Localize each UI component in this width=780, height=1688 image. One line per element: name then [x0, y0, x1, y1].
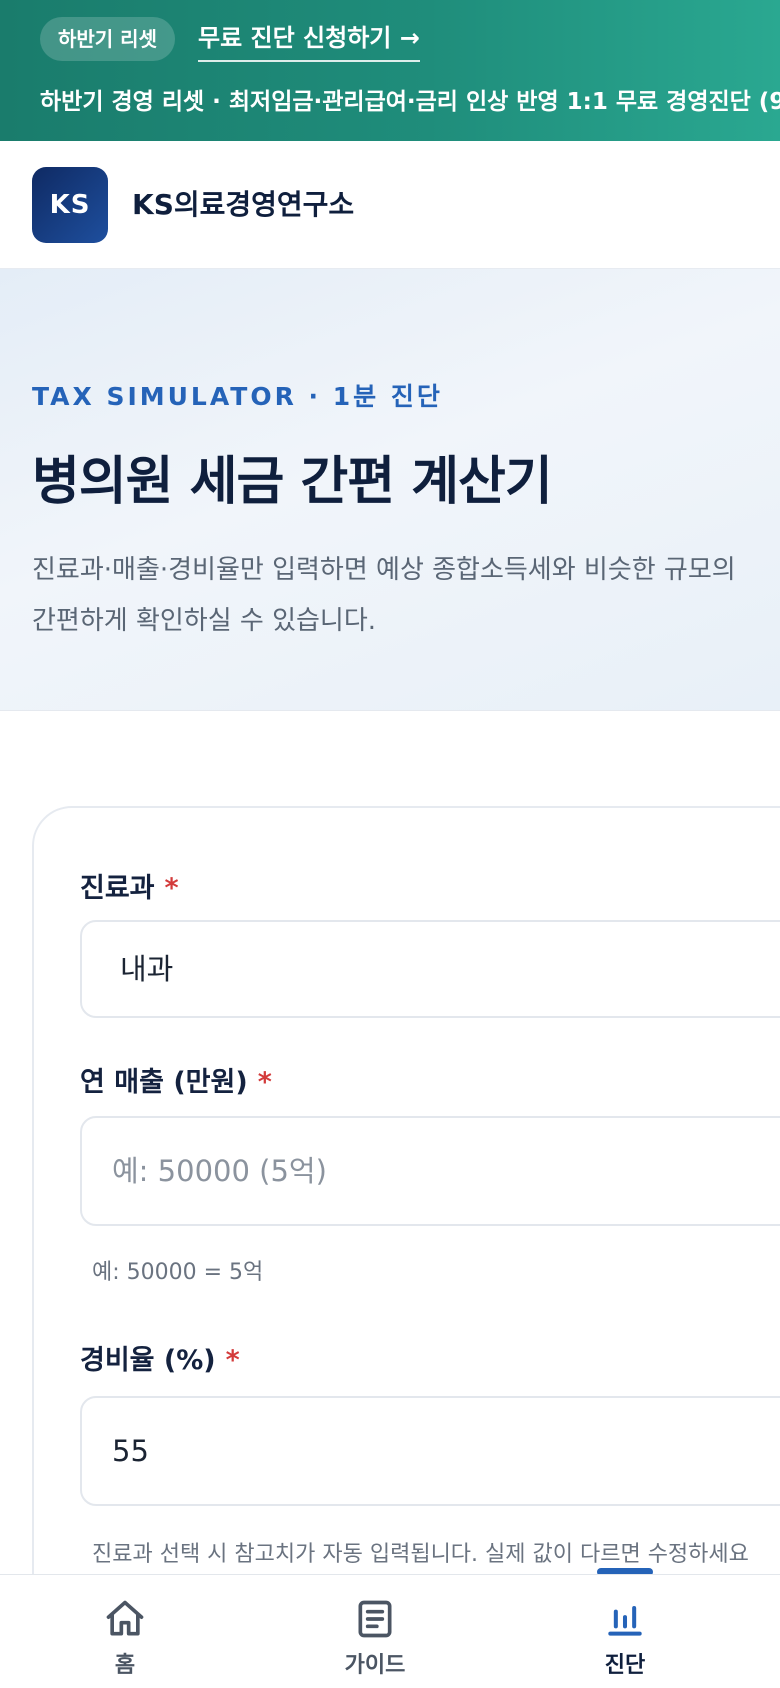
page-title: 병의원 세금 간편 계산기 — [32, 452, 553, 512]
expense-rate-label-text: 경비율 (%) — [80, 1345, 216, 1376]
department-label-text: 진료과 — [80, 873, 155, 904]
revenue-placeholder: 예: 50000 (5억) — [112, 1154, 327, 1188]
revenue-input[interactable]: 예: 50000 (5억) — [80, 1116, 780, 1226]
nav-guide[interactable]: 가이드 — [295, 1575, 455, 1688]
required-mark: * — [225, 1345, 240, 1376]
department-select[interactable]: 내과 — [80, 920, 780, 1018]
promo-marquee-text: 하반기 경영 리셋 · 최저임금·관리급여·금리 인상 반영 1:1 무료 경영… — [40, 89, 780, 115]
page: 하반기 리셋 무료 진단 신청하기 → 하반기 경영 리셋 · 최저임금·관리급… — [0, 0, 780, 1688]
expense-rate-label: 경비율 (%) * — [80, 1338, 240, 1377]
document-icon — [358, 1600, 392, 1638]
promo-chip: 하반기 리셋 — [40, 17, 175, 61]
expense-rate-value: 55 — [112, 1434, 149, 1468]
logo[interactable]: KS — [32, 167, 108, 243]
department-selected-value: 내과 — [120, 952, 174, 986]
nav-home[interactable]: 홈 — [45, 1575, 205, 1688]
nav-diagnosis[interactable]: 진단 — [545, 1575, 705, 1688]
brand-name[interactable]: KS의료경영연구소 — [132, 183, 354, 227]
revenue-label: 연 매출 (만원) * — [80, 1060, 272, 1099]
site-header: KS KS의료경영연구소 — [0, 141, 780, 269]
revenue-hint: 예: 50000 = 5억 — [92, 1260, 264, 1285]
bar-chart-icon — [608, 1605, 642, 1636]
nav-home-label: 홈 — [114, 1653, 136, 1678]
hero-description-line-2: 간편하게 확인하실 수 있습니다. — [32, 606, 377, 636]
free-diagnosis-link[interactable]: 무료 진단 신청하기 → — [198, 18, 420, 62]
required-mark: * — [164, 873, 179, 904]
nav-guide-label: 가이드 — [344, 1653, 406, 1678]
bottom-nav: 홈 가이드 진단 — [0, 1574, 780, 1688]
home-icon — [106, 1600, 144, 1636]
hero-description: 진료과·매출·경비율만 입력하면 예상 종합소득세와 비슷한 규모의 간편하게 … — [32, 545, 780, 647]
hero-section: TAX SIMULATOR · 1분 진단 병의원 세금 간편 계산기 진료과·… — [0, 269, 780, 711]
tax-form-card: 진료과 * 내과 연 매출 (만원) * 예: 50000 (5억) 예: 5000… — [32, 806, 780, 1688]
nav-diagnosis-label: 진단 — [604, 1653, 646, 1678]
expense-rate-hint: 진료과 선택 시 참고치가 자동 입력됩니다. 실제 값이 다르면 수정하세요 — [92, 1542, 749, 1567]
hero-eyebrow: TAX SIMULATOR · 1분 진단 — [32, 382, 443, 411]
required-mark: * — [257, 1067, 272, 1098]
department-label: 진료과 * — [80, 866, 179, 905]
expense-rate-input[interactable]: 55 — [80, 1396, 780, 1506]
hero-description-line-1: 진료과·매출·경비율만 입력하면 예상 종합소득세와 비슷한 규모의 — [32, 555, 736, 585]
revenue-label-text: 연 매출 (만원) — [80, 1067, 248, 1098]
promo-banner: 하반기 리셋 무료 진단 신청하기 → 하반기 경영 리셋 · 최저임금·관리급… — [0, 0, 780, 141]
